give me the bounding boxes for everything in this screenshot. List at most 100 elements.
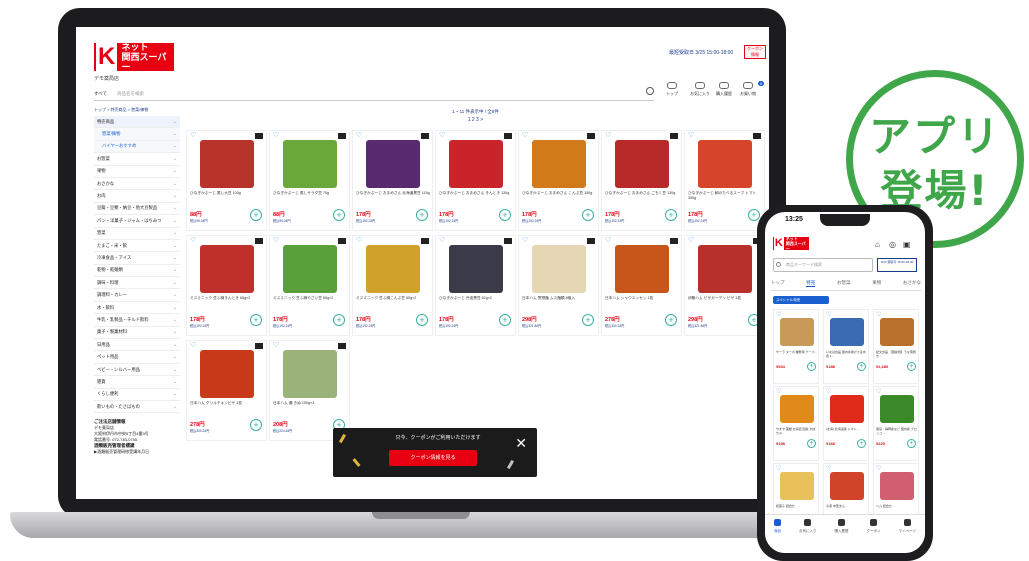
sidebar-item[interactable]: 飲いもの・たさばもの ⌄ — [94, 401, 180, 414]
heart-icon[interactable]: ♡ — [356, 237, 363, 244]
product-name[interactable]: 日本ハム グリルチキンピザ 1枚 — [190, 401, 265, 410]
product-name[interactable]: ひなぎかぷーじ おまめさん 北海道黒豆 115g — [356, 191, 431, 200]
heart-icon[interactable]: ♡ — [273, 132, 280, 139]
add-to-cart-button[interactable]: + — [333, 314, 345, 326]
phone-tab[interactable]: おさかな — [903, 280, 921, 287]
phone-nav-item[interactable]: 商品 — [774, 519, 781, 553]
heart-icon[interactable]: ♡ — [876, 311, 881, 318]
product-image[interactable] — [880, 395, 914, 423]
heart-icon[interactable]: ♡ — [776, 465, 781, 472]
add-to-cart-button[interactable]: + — [582, 209, 594, 221]
site-logo[interactable]: K ネット 関西スーパー — [94, 42, 174, 72]
sidebar-item[interactable]: 冷凍食品・アイス ⌄ — [94, 252, 180, 265]
phone-nav-item[interactable]: 購入履歴 — [835, 519, 849, 553]
add-to-cart-button[interactable]: + — [416, 314, 428, 326]
heart-icon[interactable]: ♡ — [826, 465, 831, 472]
product-name[interactable]: ひなぎかぷーじ 朝のたべるスープ トマト 350g — [688, 191, 763, 200]
add-to-cart-button[interactable]: + — [748, 209, 760, 221]
pagination[interactable]: 1 ~ 11 件表示中 / 全6件 1 2 3 > — [452, 109, 499, 123]
add-to-cart-button[interactable]: + — [416, 209, 428, 221]
product-card[interactable]: ♡ ひなぎかぷーじ おまめさん ごもく豆 130g 178円 税込192.24円 + — [601, 130, 682, 231]
sidebar-item[interactable]: 水・飲料 ⌄ — [94, 302, 180, 315]
search-icon[interactable]: ◎ — [889, 240, 896, 249]
cart-icon[interactable]: ▣ — [903, 240, 911, 249]
heart-icon[interactable]: ♡ — [688, 132, 695, 139]
coupon-badge[interactable]: クーポン 情報 — [744, 45, 766, 59]
delivery-slot[interactable]: 最短受取日 3/25 15:00-18:00 — [669, 49, 733, 56]
add-to-cart-button[interactable]: + — [499, 314, 511, 326]
heart-icon[interactable]: ♡ — [605, 237, 612, 244]
heart-icon[interactable]: ♡ — [876, 465, 881, 472]
product-name[interactable]: ハム 詰合せ… — [876, 504, 918, 512]
phone-logo[interactable]: K ネット 関西スーパー — [773, 236, 809, 251]
nav-history[interactable]: 購入履歴 — [716, 82, 732, 97]
add-to-cart-button[interactable]: + — [857, 362, 866, 371]
phone-product-card[interactable]: ♡ (北海) 北海道産 トマト… ¥168 + — [823, 386, 869, 461]
product-card[interactable]: ♡ ミスミニック 豆ふ鍋きんとき 65g×2 178円 税込192.24円 + — [186, 235, 267, 336]
product-name[interactable]: 日本ハム シャウエッセン 1枚 — [605, 296, 680, 305]
add-to-cart-button[interactable]: + — [333, 209, 345, 221]
add-to-cart-button[interactable]: + — [907, 439, 916, 448]
sidebar-item[interactable]: バイヤーおすすめ ⌄ — [94, 140, 180, 154]
product-image[interactable] — [830, 472, 864, 500]
product-name[interactable]: サーラ ヌーボ 業務用 ケース… — [776, 350, 818, 358]
heart-icon[interactable]: ♡ — [439, 237, 446, 244]
phone-product-card[interactable]: ♡ 紀文食品 【国産焼】うな蒲焼き… ¥2,280 + — [873, 309, 919, 384]
product-image[interactable] — [880, 318, 914, 346]
sidebar-item[interactable]: 果物 ⌄ — [94, 166, 180, 178]
pager-pages[interactable]: 1 2 3 > — [452, 117, 499, 123]
product-image[interactable] — [615, 245, 669, 293]
product-name[interactable]: 冷凍 中華まん… — [826, 504, 868, 512]
add-to-cart-button[interactable]: + — [807, 362, 816, 371]
sidebar-item[interactable]: ベビー・シルバー用品 ⌄ — [94, 364, 180, 377]
sidebar-item[interactable]: 惣菜 ⌄ — [94, 228, 180, 240]
liquor-info-line[interactable]: ▶酒類販売管理研修受講年月日 — [94, 449, 180, 455]
product-name[interactable]: ひなぎかぷーじ 蒸し大豆 100g — [190, 191, 265, 200]
phone-nav-item[interactable]: クーポン — [867, 519, 881, 553]
product-name[interactable]: ひなぎかぷーじ おまめさん きんとき 130g — [439, 191, 514, 200]
phone-tab[interactable]: お惣菜 — [837, 280, 851, 287]
product-card[interactable]: ♡ ひなぎかぷーじ 丹波黒豆 62g×2 178円 税込192.24円 + — [435, 235, 516, 336]
sidebar-item[interactable]: 特売商品 ⌄ — [94, 116, 180, 129]
product-card[interactable]: ♡ ミスミニック 豆ふ鍋こんぶ豆 65g×2 178円 税込192.24円 + — [352, 235, 433, 336]
sidebar-item[interactable]: パン・洋菓子・ジャム・はちみつ ⌄ — [94, 215, 180, 228]
nav-top[interactable]: トップ — [666, 82, 678, 97]
product-name[interactable]: 日本ハム 瀬 きぬ 150g×3 — [273, 401, 348, 410]
add-to-cart-button[interactable]: + — [807, 439, 816, 448]
add-to-cart-button[interactable]: + — [499, 209, 511, 221]
heart-icon[interactable]: ♡ — [190, 132, 197, 139]
product-name[interactable]: やまや 蓮根 北海道 国産 かぼちゃ… — [776, 427, 818, 435]
product-image[interactable] — [366, 245, 420, 293]
product-image[interactable] — [780, 318, 814, 346]
product-card[interactable]: ♡ 日本ハム グリルチキンピザ 1枚 278円 税込300.24円 + — [186, 340, 267, 441]
heart-icon[interactable]: ♡ — [190, 237, 197, 244]
product-card[interactable]: ♡ ひなぎかぷーじ 蒸し大豆 100g 88円 税込95.04円 + — [186, 130, 267, 231]
product-card[interactable]: ♡ 日本ハム 瀬 きぬ 150g×3 208円 税込224.64円 + — [269, 340, 350, 441]
close-icon[interactable]: ✕ — [515, 436, 527, 450]
product-card[interactable]: ♡ ミスミニック 豆ふ鍋やさい豆 65g×2 178円 税込192.24円 + — [269, 235, 350, 336]
sidebar-item[interactable]: お肉 ⌄ — [94, 190, 180, 203]
product-name[interactable]: (北海) 北海道産 トマト… — [826, 427, 868, 435]
product-card[interactable]: ♡ ひなぎかぷーじ おまめさん きんとき 130g 178円 税込192.24円 + — [435, 130, 516, 231]
sidebar-item[interactable]: 牛乳・乳製品・チルド飲料 ⌄ — [94, 314, 180, 327]
product-image[interactable] — [283, 245, 337, 293]
sidebar-item[interactable]: くらし便利 ⌄ — [94, 389, 180, 401]
sidebar-item[interactable]: 日用品 ⌄ — [94, 339, 180, 352]
product-card[interactable]: ♡ ひなぎかぷーじ 朝のたべるスープ トマト 350g 178円 税込192.24円 + — [684, 130, 765, 231]
heart-icon[interactable]: ♡ — [522, 237, 529, 244]
product-name[interactable]: ひなぎかぷーじ おまめさん こんぶ豆 150g — [522, 191, 597, 200]
product-name[interactable]: 紀文食品 【国産焼】うな蒲焼き… — [876, 350, 918, 358]
phone-tab[interactable]: 特売 — [806, 280, 816, 287]
heart-icon[interactable]: ♡ — [876, 388, 881, 395]
coupon-info-button[interactable]: クーポン情報を見る — [389, 450, 477, 466]
sidebar-item[interactable]: 菓子・製菓材料 ⌄ — [94, 327, 180, 340]
phone-tab[interactable]: 果物 — [872, 280, 881, 287]
phone-category-chip[interactable]: スペシャル特売 — [773, 296, 829, 304]
heart-icon[interactable]: ♡ — [776, 311, 781, 318]
phone-search-input[interactable]: 商品キーワード検索 — [773, 258, 873, 272]
product-image[interactable] — [283, 350, 337, 398]
product-name[interactable]: 日本ハム 冥想麺 ムス麺類 8個入 — [522, 296, 597, 305]
product-card[interactable]: ♡ ひなぎかぷーじ おまめさん こんぶ豆 150g 178円 税込192.24円 + — [518, 130, 599, 231]
heart-icon[interactable]: ♡ — [826, 311, 831, 318]
product-image[interactable] — [532, 140, 586, 188]
